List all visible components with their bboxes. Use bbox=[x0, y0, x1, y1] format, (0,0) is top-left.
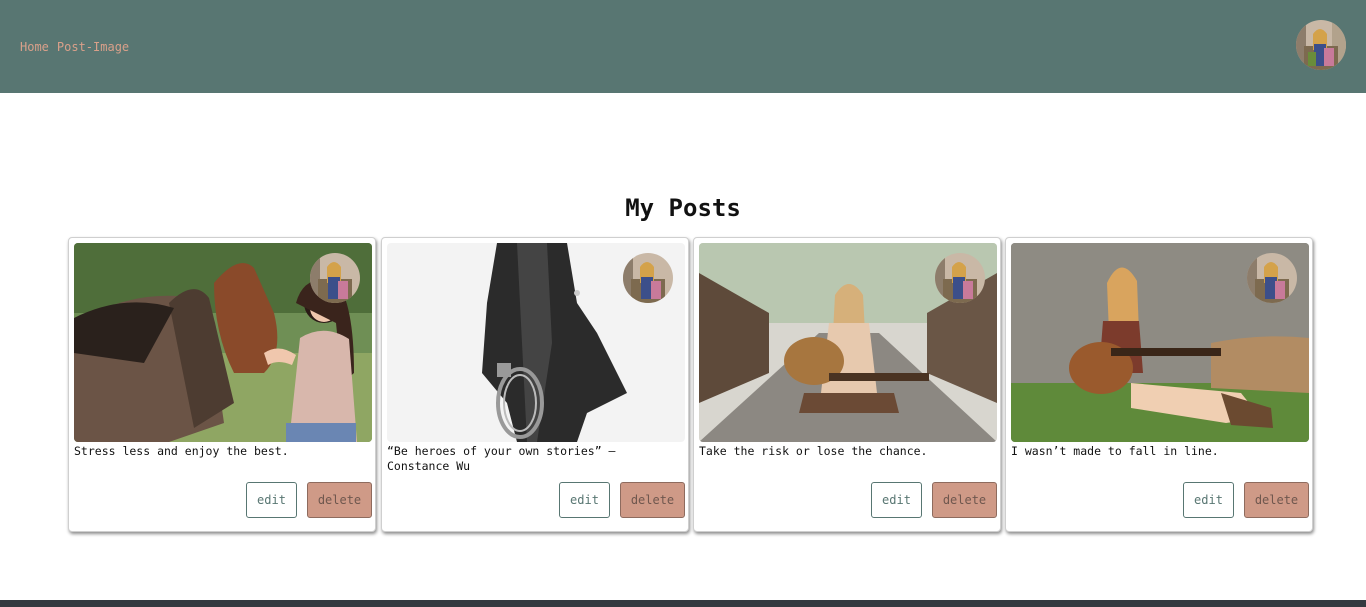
edit-button[interactable]: edit bbox=[246, 482, 297, 518]
post-card: “Be heroes of your own stories” – Consta… bbox=[381, 237, 689, 532]
main-nav: Home Post-Image bbox=[20, 40, 129, 54]
post-caption: I wasn’t made to fall in line. bbox=[1011, 444, 1219, 458]
profile-avatar[interactable] bbox=[1296, 20, 1346, 70]
delete-button[interactable]: delete bbox=[620, 482, 685, 518]
top-navbar: Home Post-Image bbox=[0, 0, 1366, 93]
post-caption: “Be heroes of your own stories” – Consta… bbox=[387, 444, 616, 473]
footer-bar bbox=[0, 600, 1366, 607]
edit-button[interactable]: edit bbox=[559, 482, 610, 518]
post-avatar bbox=[1247, 253, 1297, 303]
page-title: My Posts bbox=[625, 194, 741, 222]
delete-button[interactable]: delete bbox=[307, 482, 372, 518]
edit-button[interactable]: edit bbox=[871, 482, 922, 518]
post-caption: Stress less and enjoy the best. bbox=[74, 444, 289, 458]
nav-link-post-image[interactable]: Post-Image bbox=[57, 40, 129, 54]
nav-link-home[interactable]: Home bbox=[20, 40, 49, 54]
post-avatar bbox=[623, 253, 673, 303]
post-card: Take the risk or lose the chance. edit d… bbox=[693, 237, 1001, 532]
edit-button[interactable]: edit bbox=[1183, 482, 1234, 518]
delete-button[interactable]: delete bbox=[1244, 482, 1309, 518]
delete-button[interactable]: delete bbox=[932, 482, 997, 518]
post-avatar bbox=[310, 253, 360, 303]
post-caption: Take the risk or lose the chance. bbox=[699, 444, 928, 458]
post-card: I wasn’t made to fall in line. edit dele… bbox=[1005, 237, 1313, 532]
post-avatar bbox=[935, 253, 985, 303]
post-card: Stress less and enjoy the best. edit del… bbox=[68, 237, 376, 532]
